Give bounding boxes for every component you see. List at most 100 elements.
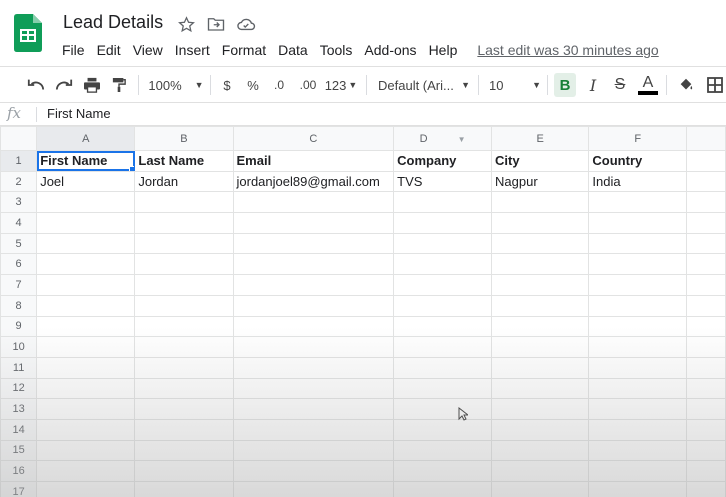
cell-b11[interactable] [134, 356, 234, 379]
cell-d14[interactable] [393, 418, 493, 441]
borders-icon[interactable] [705, 73, 725, 97]
row-header[interactable]: 14 [0, 418, 38, 441]
cell-g4[interactable] [686, 212, 726, 234]
row-header[interactable]: 11 [0, 356, 38, 379]
cell-c12[interactable] [232, 377, 395, 400]
cell-b8[interactable] [134, 294, 234, 317]
cell-g14[interactable] [686, 418, 726, 441]
cell-c1[interactable]: Email [232, 150, 395, 172]
row-header[interactable]: 6 [0, 253, 38, 276]
cell-d11[interactable] [393, 356, 493, 379]
cell-f17[interactable] [588, 481, 688, 497]
cell-c10[interactable] [232, 336, 395, 358]
cell-d5[interactable] [393, 232, 493, 255]
row-header[interactable]: 9 [0, 315, 38, 338]
cell-b5[interactable] [134, 232, 234, 255]
cell-e9[interactable] [491, 315, 590, 338]
cell-a5[interactable] [36, 232, 136, 255]
row-header[interactable]: 3 [0, 191, 38, 214]
cell-f4[interactable] [588, 212, 688, 234]
bold-button[interactable]: B [554, 73, 576, 97]
cell-d16[interactable] [393, 460, 493, 482]
row-header[interactable]: 13 [0, 398, 38, 420]
row-header[interactable]: 7 [0, 274, 38, 296]
cell-f8[interactable] [588, 294, 688, 317]
cell-e6[interactable] [491, 253, 590, 276]
cell-a7[interactable] [36, 274, 136, 296]
undo-icon[interactable] [24, 73, 48, 97]
cell-f7[interactable] [588, 274, 688, 296]
column-header-b[interactable]: B [134, 126, 234, 151]
cell-f11[interactable] [588, 356, 688, 379]
select-all-corner[interactable] [0, 126, 38, 151]
menu-edit[interactable]: Edit [91, 40, 127, 60]
cell-b12[interactable] [134, 377, 234, 400]
cell-c17[interactable] [232, 481, 395, 497]
cell-e10[interactable] [491, 336, 590, 358]
cell-a15[interactable] [36, 439, 136, 462]
cell-b2[interactable]: Jordan [134, 170, 234, 193]
cell-e7[interactable] [491, 274, 590, 296]
formula-input[interactable]: First Name [47, 106, 111, 121]
cell-d10[interactable] [393, 336, 493, 358]
cell-a17[interactable] [36, 481, 136, 497]
document-title[interactable]: Lead Details [63, 12, 163, 33]
cell-a2[interactable]: Joel [36, 170, 136, 193]
cell-a14[interactable] [36, 418, 136, 441]
cell-e4[interactable] [491, 212, 590, 234]
row-header[interactable]: 10 [0, 336, 38, 358]
cell-d7[interactable] [393, 274, 493, 296]
cell-e5[interactable] [491, 232, 590, 255]
cell-d4[interactable] [393, 212, 493, 234]
cell-g15[interactable] [686, 439, 726, 462]
cell-c13[interactable] [232, 398, 395, 420]
cell-b17[interactable] [134, 481, 234, 497]
cell-d6[interactable] [393, 253, 493, 276]
fill-color-icon[interactable] [676, 73, 696, 97]
menu-file[interactable]: File [56, 40, 91, 60]
cell-c8[interactable] [232, 294, 395, 317]
cell-d9[interactable] [393, 315, 493, 338]
cell-c2[interactable]: jordanjoel89@gmail.com [232, 170, 395, 193]
cell-c16[interactable] [232, 460, 395, 482]
cell-e17[interactable] [491, 481, 590, 497]
cell-d3[interactable] [393, 191, 493, 214]
column-header-c[interactable]: C [232, 126, 395, 151]
cell-e2[interactable]: Nagpur [491, 170, 590, 193]
cell-e3[interactable] [491, 191, 590, 214]
cell-e12[interactable] [491, 377, 590, 400]
cell-c11[interactable] [232, 356, 395, 379]
cell-b15[interactable] [134, 439, 234, 462]
cell-d8[interactable] [393, 294, 493, 317]
column-header-e[interactable]: E [491, 126, 590, 151]
paint-format-icon[interactable] [107, 73, 131, 97]
cell-g5[interactable] [686, 232, 726, 255]
cell-b6[interactable] [134, 253, 234, 276]
cell-f2[interactable]: India [588, 170, 688, 193]
cell-c9[interactable] [232, 315, 395, 338]
cell-a11[interactable] [36, 356, 136, 379]
cell-d15[interactable] [393, 439, 493, 462]
cell-c4[interactable] [232, 212, 395, 234]
cell-c3[interactable] [232, 191, 395, 214]
cell-b1[interactable]: Last Name [134, 150, 234, 172]
cell-f5[interactable] [588, 232, 688, 255]
cell-f9[interactable] [588, 315, 688, 338]
row-header[interactable]: 17 [0, 481, 38, 497]
cell-d2[interactable]: TVS [393, 170, 493, 193]
cell-b9[interactable] [134, 315, 234, 338]
currency-format-button[interactable]: $ [220, 73, 234, 97]
cell-e8[interactable] [491, 294, 590, 317]
cell-g9[interactable] [686, 315, 726, 338]
cell-g3[interactable] [686, 191, 726, 214]
cell-b16[interactable] [134, 460, 234, 482]
cell-g13[interactable] [686, 398, 726, 420]
cell-a6[interactable] [36, 253, 136, 276]
decrease-decimals-button[interactable]: .0 [270, 73, 288, 97]
row-header[interactable]: 2 [0, 170, 38, 193]
column-header-a[interactable]: A [36, 126, 136, 151]
text-color-button[interactable]: A [637, 73, 659, 97]
row-header[interactable]: 12 [0, 377, 38, 400]
cell-b4[interactable] [134, 212, 234, 234]
italic-button[interactable]: I [584, 73, 602, 97]
